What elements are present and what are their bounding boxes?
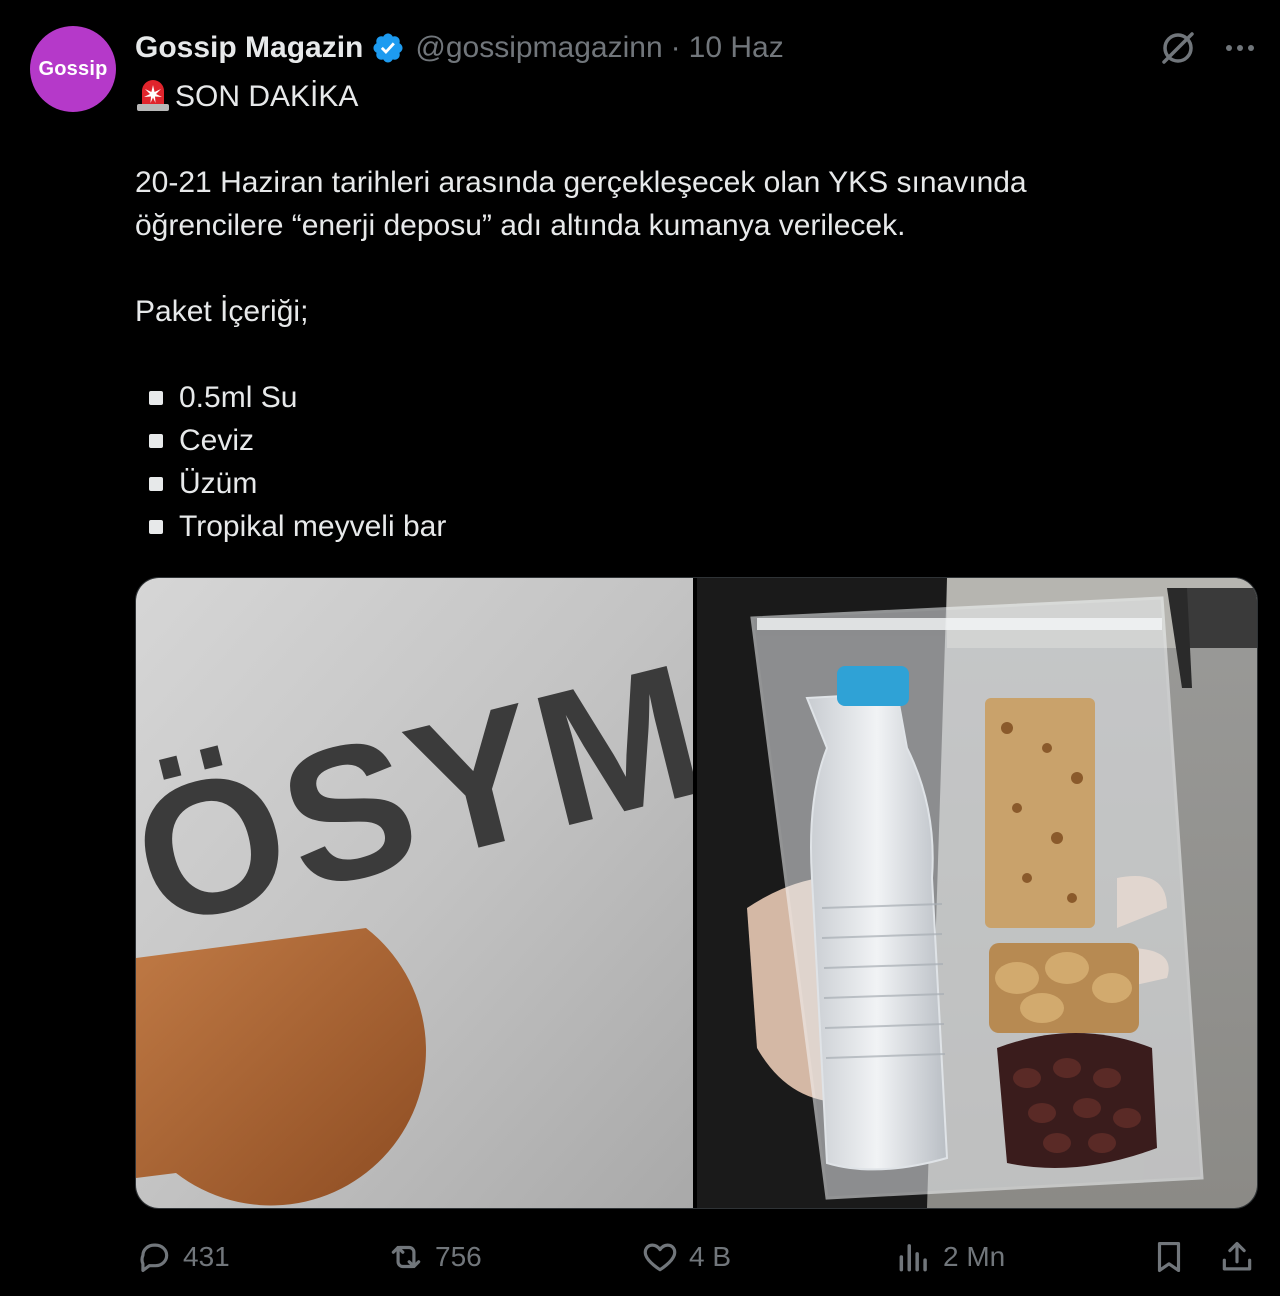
views-button[interactable]: 2 Mn bbox=[895, 1230, 1005, 1284]
bullet-icon bbox=[149, 519, 163, 534]
list-item-text: Tropikal meyveli bar bbox=[179, 510, 447, 543]
handle[interactable]: @gossipmagazinn bbox=[415, 31, 662, 65]
media-grid: ÖSYM bbox=[135, 577, 1258, 1209]
rotating-light-emoji bbox=[135, 76, 171, 112]
views-count: 2 Mn bbox=[943, 1241, 1006, 1272]
list-item-text: Ceviz bbox=[179, 424, 255, 457]
separator-dot: · bbox=[670, 31, 681, 64]
views-icon bbox=[899, 1244, 927, 1272]
heart-icon bbox=[643, 1243, 677, 1272]
share-icon bbox=[1222, 1241, 1252, 1271]
bookmark-icon bbox=[1157, 1241, 1181, 1273]
grok-icon[interactable] bbox=[1158, 28, 1198, 68]
reply-count: 431 bbox=[183, 1241, 230, 1272]
top-right-actions bbox=[1158, 28, 1260, 68]
tweet-header: Gossip Magazin @gossipmagazinn · 10 Haz bbox=[135, 26, 784, 70]
tweet[interactable]: Gossip Gossip Magazin @gossipmagazinn · … bbox=[0, 0, 1280, 1296]
list-item: 0.5ml Su bbox=[135, 376, 1235, 419]
paragraph-line-2: öğrencilere “enerji deposu” adı altında … bbox=[135, 209, 906, 242]
headline-text: SON DAKİKA bbox=[175, 80, 359, 113]
repost-icon bbox=[391, 1245, 421, 1269]
list-item: Tropikal meyveli bar bbox=[135, 505, 1235, 548]
list-item: Ceviz bbox=[135, 419, 1235, 462]
tweet-text: SON DAKİKA 20-21 Haziran tarihleri arası… bbox=[135, 75, 1235, 548]
repost-button[interactable]: 756 bbox=[387, 1230, 482, 1284]
bookmark-button[interactable] bbox=[1150, 1230, 1188, 1284]
bullet-icon bbox=[149, 476, 163, 491]
kumanya-package-photo[interactable] bbox=[697, 578, 1257, 1208]
more-icon[interactable] bbox=[1220, 28, 1260, 68]
bullet-icon bbox=[149, 390, 163, 405]
action-bar: 431 756 4 B 2 Mn bbox=[135, 1230, 1260, 1284]
repost-count: 756 bbox=[435, 1241, 482, 1272]
like-button[interactable]: 4 B bbox=[641, 1230, 731, 1284]
avatar-text: Gossip bbox=[38, 57, 108, 80]
list-item: Üzüm bbox=[135, 462, 1235, 505]
paragraph-line-1: 20-21 Haziran tarihleri arasında gerçekl… bbox=[135, 166, 1027, 199]
avatar[interactable]: Gossip bbox=[30, 26, 116, 112]
reply-icon bbox=[140, 1243, 169, 1273]
verified-badge-icon[interactable] bbox=[371, 31, 405, 65]
bullet-icon bbox=[149, 433, 163, 448]
list-item-text: Üzüm bbox=[179, 467, 258, 500]
timestamp[interactable]: 10 Haz bbox=[689, 31, 784, 65]
list-item-text: 0.5ml Su bbox=[179, 381, 298, 414]
osym-logo-photo[interactable]: ÖSYM bbox=[136, 578, 693, 1208]
like-count: 4 B bbox=[689, 1241, 732, 1272]
share-button[interactable] bbox=[1218, 1230, 1256, 1284]
headline-line: SON DAKİKA bbox=[135, 75, 1235, 118]
package-title: Paket İçeriği; bbox=[135, 295, 309, 328]
reply-button[interactable]: 431 bbox=[135, 1230, 230, 1284]
display-name[interactable]: Gossip Magazin bbox=[135, 31, 363, 65]
